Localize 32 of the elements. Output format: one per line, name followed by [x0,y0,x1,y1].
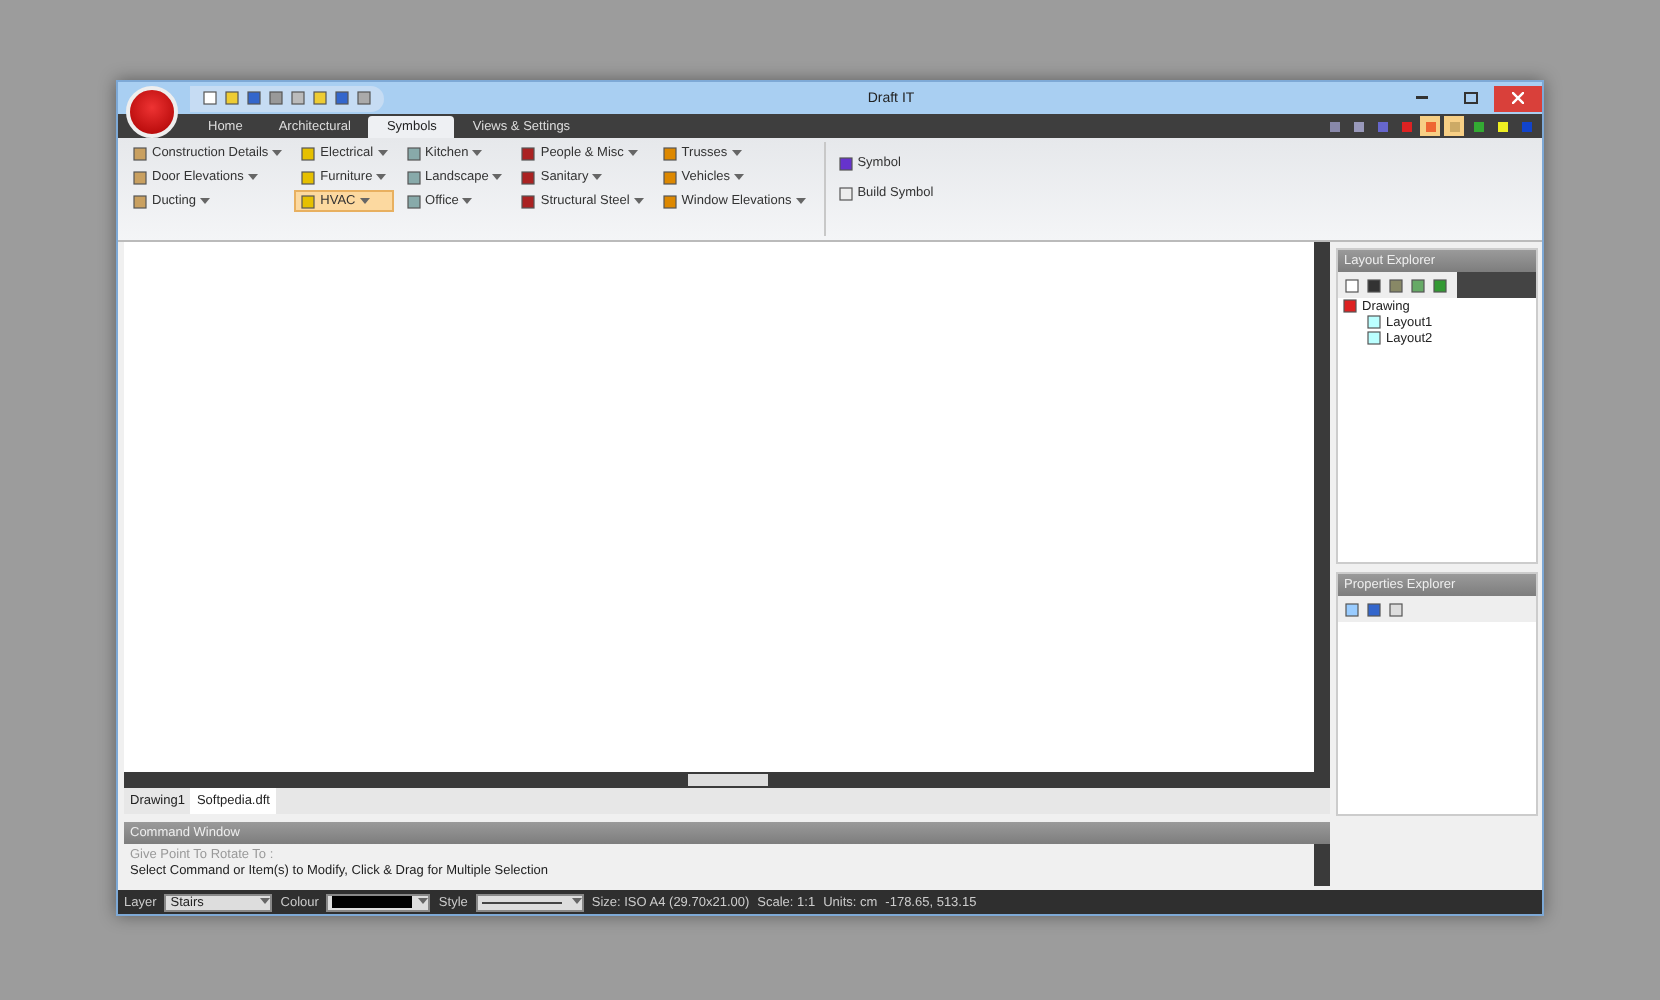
app-menu-button[interactable] [126,86,178,138]
caret-icon [571,898,582,906]
colour-dropdown[interactable] [326,893,431,911]
caret-icon [272,149,283,157]
caret-icon [260,898,271,906]
caret-icon [492,173,503,181]
caret-icon [795,197,806,205]
caret-icon [592,173,603,181]
toolbar-icon[interactable] [1468,116,1488,136]
caret-icon [734,173,745,181]
caret-icon [418,898,429,906]
caret-icon [462,197,473,205]
caret-icon [359,197,370,205]
vertical-scrollbar[interactable] [1314,844,1330,886]
caret-icon [627,149,638,157]
caret-icon [200,197,211,205]
caret-icon [247,173,258,181]
minimize-icon [1416,96,1428,100]
caret-icon [633,197,644,205]
close-icon [1512,92,1524,104]
style-dropdown[interactable] [475,893,584,911]
toolbar-icon[interactable] [1348,116,1368,136]
maximize-icon [1463,92,1477,104]
vertical-scrollbar[interactable] [1314,242,1330,772]
horizontal-scrollbar[interactable] [124,772,1330,788]
toolbar-icon[interactable] [1492,116,1512,136]
caret-icon [731,149,742,157]
caret-icon [376,173,387,181]
close-button[interactable] [1494,85,1542,111]
caret-icon [377,149,388,157]
line-style-icon [481,899,562,905]
caret-icon [472,149,483,157]
